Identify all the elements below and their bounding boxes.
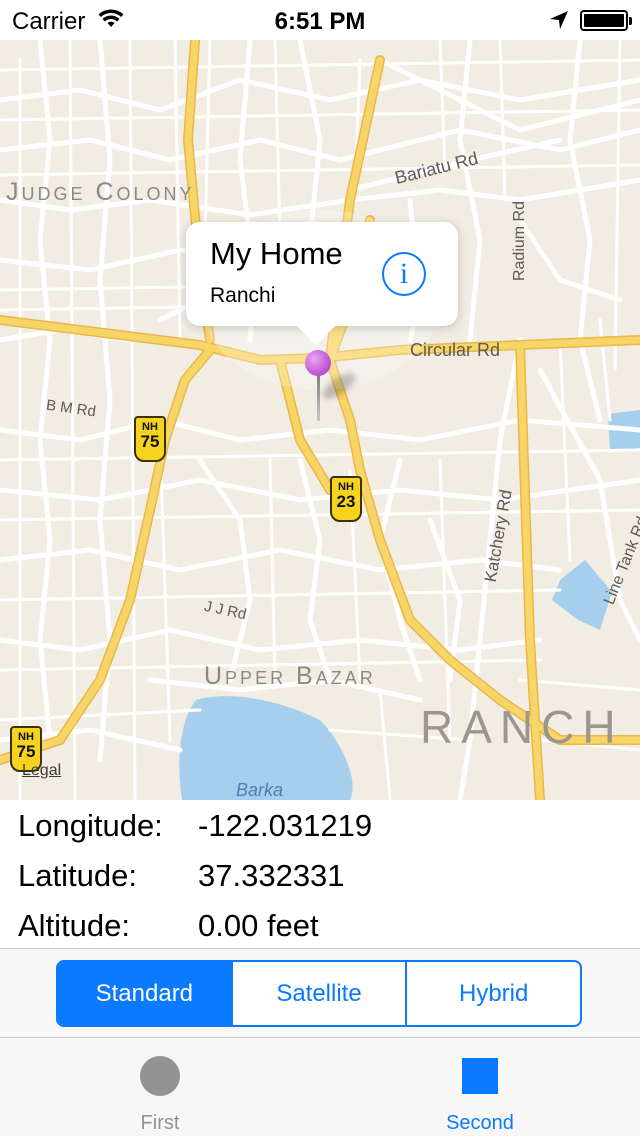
status-time: 6:51 PM (274, 8, 366, 35)
callout-pointer (296, 325, 336, 346)
map-type-segmented-control[interactable]: Standard Satellite Hybrid (56, 960, 582, 1027)
map-view[interactable]: Judge Colony Bariatu Rd Radium Rd Circul… (0, 40, 640, 800)
segment-satellite[interactable]: Satellite (230, 962, 406, 1025)
longitude-value: -122.031219 (198, 808, 373, 843)
tab-bar: First Second (0, 1037, 640, 1136)
callout-subtitle: Ranchi (210, 284, 276, 307)
location-info-panel: Longitude: -122.031219 Latitude: 37.3323… (0, 800, 640, 948)
altitude-value: 0.00 feet (198, 908, 319, 943)
status-bar: Carrier 6:51 PM (0, 0, 640, 40)
info-icon[interactable]: i (382, 252, 426, 296)
map-label-upper-bazar: Upper Bazar (204, 662, 376, 690)
map-label-judge-colony: Judge Colony (6, 178, 195, 206)
square-icon (462, 1058, 498, 1094)
latitude-label: Latitude: (18, 858, 137, 893)
segment-hybrid[interactable]: Hybrid (405, 962, 580, 1025)
map-label-city: RANCH (420, 701, 624, 753)
circle-icon (140, 1056, 180, 1096)
map-pin[interactable] (305, 350, 331, 376)
legal-link[interactable]: Legal (22, 762, 61, 780)
location-arrow-icon (550, 11, 568, 29)
tab-second[interactable]: Second (320, 1038, 640, 1136)
map-label-circular-rd: Circular Rd (410, 340, 501, 360)
tab-second-label: Second (446, 1112, 514, 1134)
segment-standard[interactable]: Standard (58, 962, 231, 1025)
longitude-label: Longitude: (18, 808, 163, 843)
map-label-radium-rd: Radium Rd (511, 200, 529, 282)
map-type-toolbar: Standard Satellite Hybrid (0, 949, 640, 1037)
tab-first-label: First (140, 1112, 180, 1134)
tab-first[interactable]: First (0, 1038, 320, 1136)
nh-75-shield: NH 75 (134, 416, 166, 462)
annotation-callout[interactable]: My Home Ranchi i (186, 222, 458, 346)
map-label-barka: Barka (236, 780, 284, 800)
callout-title: My Home (210, 236, 343, 271)
latitude-value: 37.332331 (198, 858, 345, 893)
altitude-label: Altitude: (18, 908, 131, 943)
nh-23-shield: NH 23 (330, 476, 362, 522)
battery-icon (580, 10, 632, 31)
pin-needle (317, 373, 320, 421)
